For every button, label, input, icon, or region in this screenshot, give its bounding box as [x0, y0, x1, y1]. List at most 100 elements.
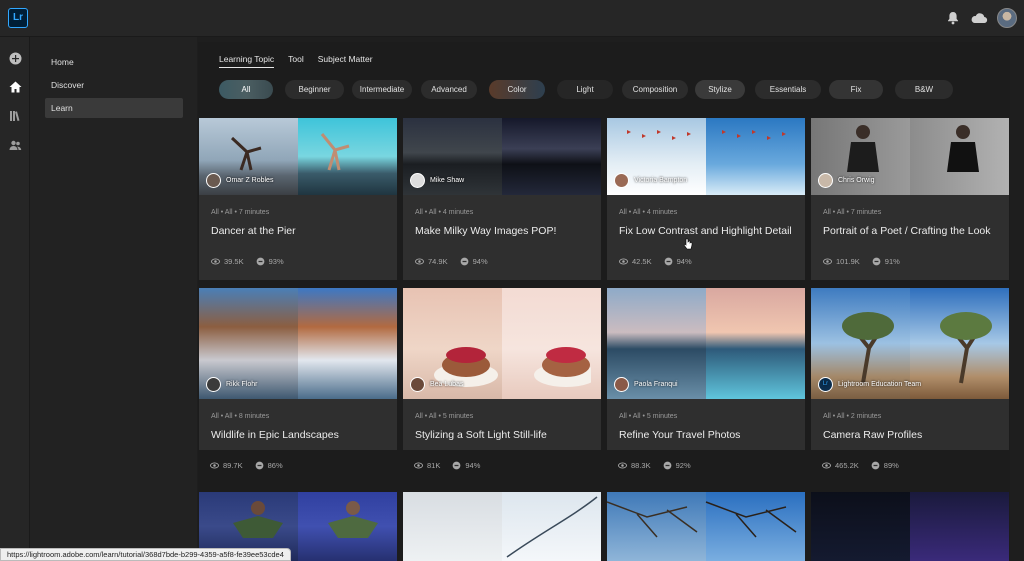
card-stats: 101.9K 91%	[823, 257, 900, 266]
card-title: Wildlife in Epic Landscapes	[211, 429, 339, 441]
library-icon	[9, 111, 19, 122]
filter-composition[interactable]: Composition	[622, 80, 688, 99]
card-thumbnail: Omar Z Robles	[199, 118, 397, 195]
card-thumbnail: Lr Lightroom Education Team	[811, 288, 1009, 399]
views-icon	[414, 462, 423, 469]
tab-learning-topic[interactable]: Learning Topic	[219, 52, 275, 68]
card-stats: 81K 94%	[414, 461, 480, 470]
filter-essentials[interactable]: Essentials	[755, 80, 821, 99]
views-icon	[619, 258, 628, 265]
rating-icon	[872, 257, 881, 266]
library-button[interactable]	[5, 106, 25, 126]
tutorial-card[interactable]: Chris Orwig All • All • 7 minutes Portra…	[811, 118, 1009, 280]
rating-icon	[460, 257, 468, 266]
views-icon	[822, 462, 831, 469]
card-meta: All • All • 8 minutes	[211, 413, 270, 420]
add-icon	[9, 52, 21, 64]
tutorial-card[interactable]: Omar Z Robles All • All • 7 minutes Danc…	[199, 118, 397, 280]
rating-icon	[452, 461, 461, 470]
hand-cursor-icon	[683, 238, 693, 250]
author-avatar	[206, 376, 221, 392]
tutorial-card[interactable]	[403, 492, 601, 561]
author-avatar	[410, 172, 425, 188]
status-url: https://lightroom.adobe.com/learn/tutori…	[0, 548, 291, 561]
card-title: Dancer at the Pier	[211, 225, 296, 237]
card-title: Refine Your Travel Photos	[619, 429, 741, 441]
card-author: Mike Shaw	[410, 172, 464, 188]
card-thumbnail: Victoria Bampton	[607, 118, 805, 195]
card-thumbnail: Rikk Flohr	[199, 288, 397, 399]
nav-item-discover[interactable]: Discover	[45, 75, 183, 95]
top-bar: Lr	[0, 0, 1024, 37]
card-meta: All • All • 5 minutes	[619, 413, 678, 420]
author-avatar: Lr	[818, 376, 833, 392]
card-meta: All • All • 4 minutes	[619, 209, 678, 216]
card-stats: 88.3K 92%	[618, 461, 691, 470]
add-button[interactable]	[5, 48, 25, 68]
filter-light[interactable]: Light	[557, 80, 613, 99]
card-meta: All • All • 7 minutes	[211, 209, 270, 216]
views-icon	[210, 462, 219, 469]
home-button[interactable]	[5, 77, 25, 97]
cloud-icon[interactable]	[970, 10, 988, 26]
tutorial-card[interactable]: Lr Lightroom Education Team All • All • …	[811, 288, 1009, 450]
card-author: Lr Lightroom Education Team	[818, 376, 921, 392]
card-stats: 39.5K 93%	[211, 257, 284, 266]
card-meta: All • All • 7 minutes	[823, 209, 882, 216]
filter-color[interactable]: Color	[489, 80, 545, 99]
rating-icon	[871, 461, 880, 470]
nav-item-home[interactable]: Home	[45, 52, 183, 72]
views-icon	[415, 258, 424, 265]
tutorial-card[interactable]: Bea Lubas All • All • 5 minutes Stylizin…	[403, 288, 601, 450]
views-icon	[618, 462, 627, 469]
lightroom-logo[interactable]: Lr	[8, 8, 28, 28]
author-avatar	[818, 172, 833, 188]
card-title: Fix Low Contrast and Highlight Detail	[619, 225, 792, 237]
rating-icon	[255, 461, 263, 470]
people-icon	[9, 140, 21, 150]
card-meta: All • All • 4 minutes	[415, 209, 474, 216]
rating-icon	[256, 257, 264, 266]
tutorial-card[interactable]: Victoria Bampton All • All • 4 minutes F…	[607, 118, 805, 280]
tutorial-card[interactable]	[811, 492, 1009, 561]
home-icon	[9, 81, 21, 93]
author-avatar	[614, 172, 629, 188]
filter-intermediate[interactable]: Intermediate	[352, 80, 412, 99]
card-stats: 74.9K 94%	[415, 257, 488, 266]
tab-tool[interactable]: Tool	[288, 52, 304, 68]
card-author: Rikk Flohr	[206, 376, 258, 392]
card-author: Omar Z Robles	[206, 172, 273, 188]
rating-icon	[664, 257, 672, 266]
nav-item-learn[interactable]: Learn	[45, 98, 183, 118]
card-meta: All • All • 5 minutes	[415, 413, 474, 420]
card-author: Paola Franqui	[614, 376, 678, 392]
card-author: Bea Lubas	[410, 376, 463, 392]
filter-bw[interactable]: B&W	[895, 80, 953, 99]
card-stats: 465.2K 89%	[822, 461, 899, 470]
filter-advanced[interactable]: Advanced	[421, 80, 477, 99]
tutorial-card[interactable]	[607, 492, 805, 561]
bell-icon[interactable]	[945, 10, 961, 26]
author-avatar	[206, 172, 221, 188]
card-title: Stylizing a Soft Light Still-life	[415, 429, 547, 441]
filter-fix[interactable]: Fix	[829, 80, 883, 99]
views-icon	[823, 258, 832, 265]
card-meta: All • All • 2 minutes	[823, 413, 882, 420]
tutorial-card[interactable]: Mike Shaw All • All • 4 minutes Make Mil…	[403, 118, 601, 280]
card-title: Make Milky Way Images POP!	[415, 225, 557, 237]
card-stats: 42.5K 94%	[619, 257, 692, 266]
people-button[interactable]	[5, 135, 25, 155]
filter-beginner[interactable]: Beginner	[285, 80, 344, 99]
card-title: Camera Raw Profiles	[823, 429, 923, 441]
card-thumbnail: Mike Shaw	[403, 118, 601, 195]
learn-content: Learning Topic Tool Subject Matter All B…	[198, 42, 1010, 561]
card-thumbnail: Paola Franqui	[607, 288, 805, 399]
topic-tabs: Learning Topic Tool Subject Matter	[219, 52, 373, 72]
tutorial-card[interactable]: Rikk Flohr All • All • 8 minutes Wildlif…	[199, 288, 397, 450]
filter-stylize[interactable]: Stylize	[695, 80, 745, 99]
author-avatar	[614, 376, 629, 392]
filter-all[interactable]: All	[219, 80, 273, 99]
user-avatar[interactable]	[997, 8, 1017, 28]
tutorial-card[interactable]: Paola Franqui All • All • 5 minutes Refi…	[607, 288, 805, 450]
tab-subject-matter[interactable]: Subject Matter	[318, 52, 373, 68]
